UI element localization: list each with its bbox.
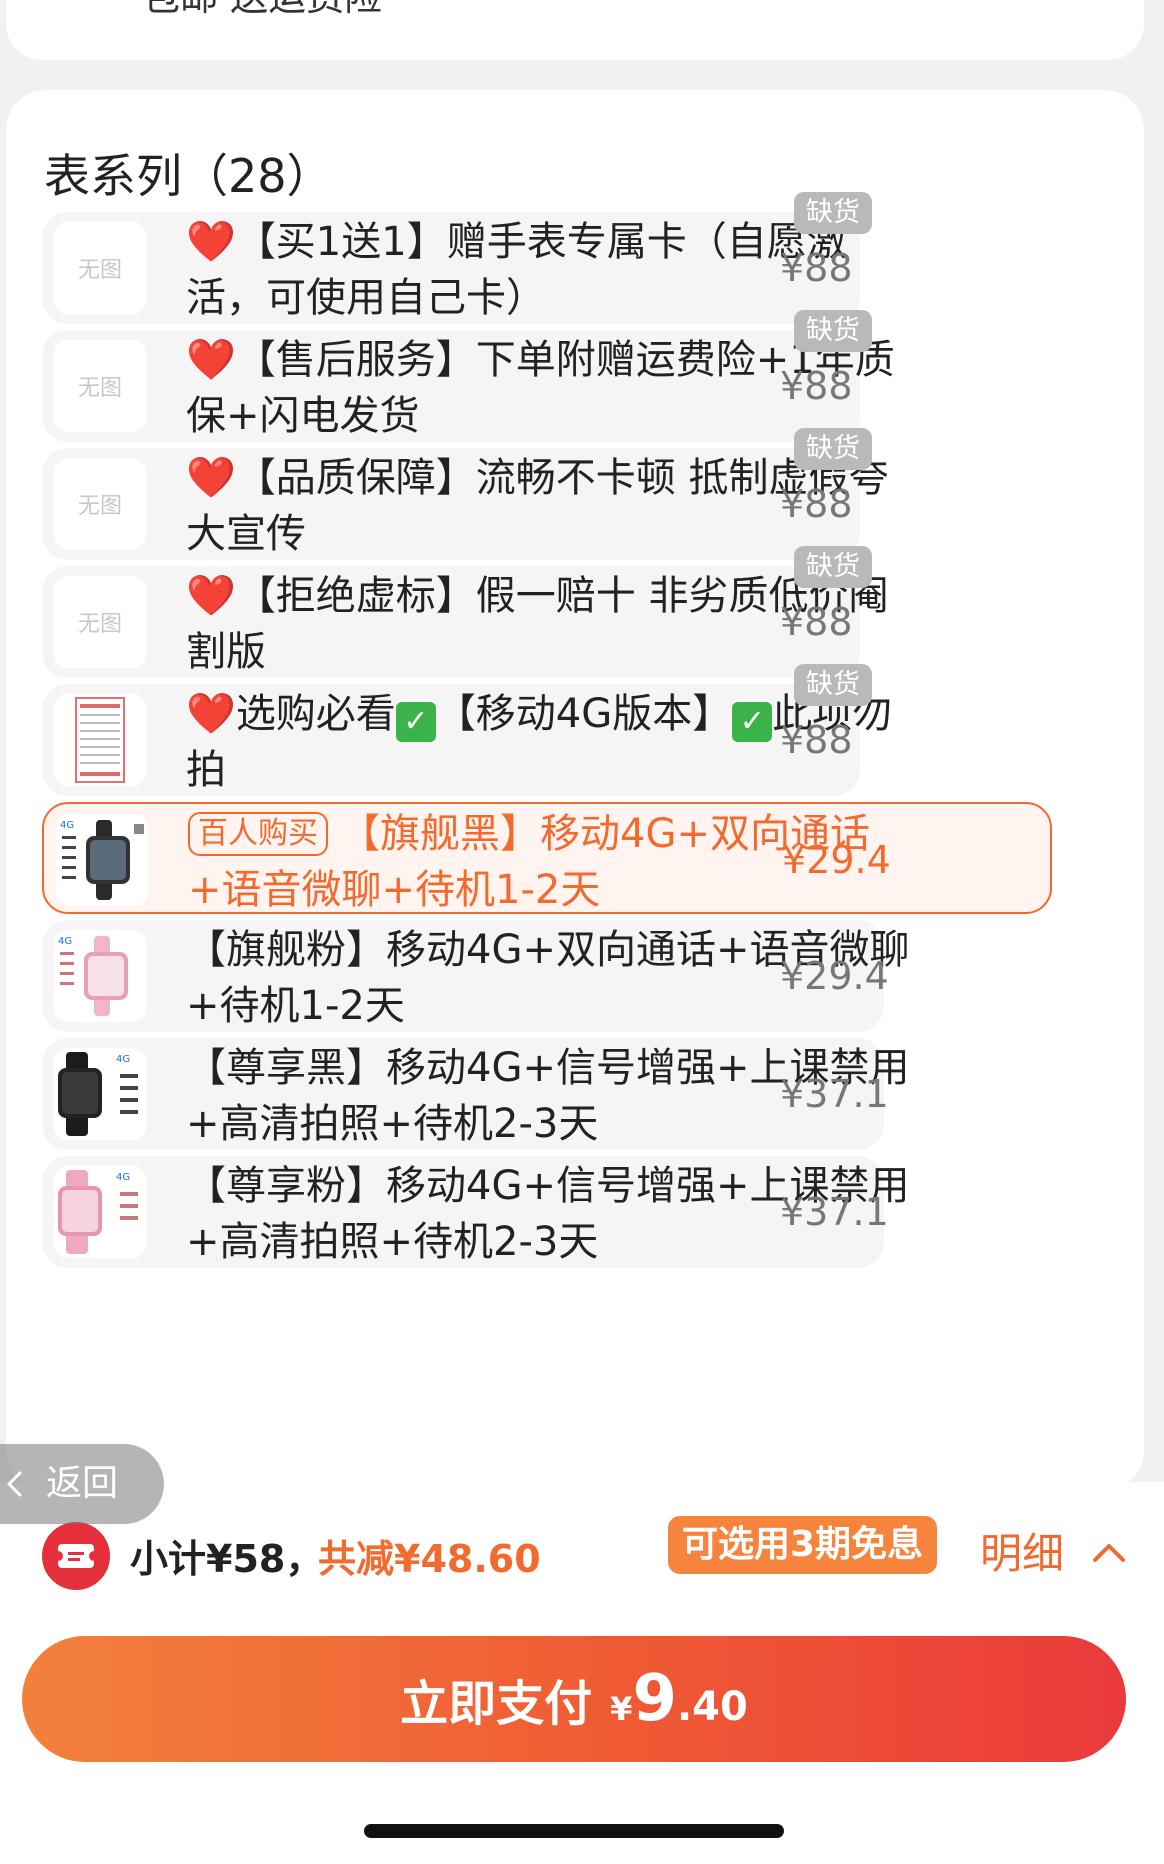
pay-currency: ¥ <box>610 1690 633 1728</box>
pay-label: 立即支付 <box>400 1676 593 1732</box>
heart-icon: ❤️ <box>186 455 236 501</box>
detail-label: 明细 <box>980 1529 1065 1578</box>
watch-pink-image: 4G <box>54 1166 146 1258</box>
spec-sheet-image <box>75 697 125 783</box>
variant-option[interactable]: ❤️选购必看 ✓ 【移动4G版本】 ✓ 此项勿拍 ¥88 缺货 <box>42 664 892 796</box>
installment-badge[interactable]: 可选用3期免息 <box>668 1516 938 1574</box>
out-of-stock-badge: 缺货 <box>794 428 872 470</box>
back-label: 返回 <box>46 1463 119 1504</box>
order-page: 包邮 送运费险 表系列（28） 无图 ❤️【买1送1】赠手表专属卡（自愿激活，可… <box>0 0 1164 1864</box>
watch-black-image: 4G <box>56 814 148 906</box>
detail-toggle[interactable]: 明细 <box>980 1520 1129 1581</box>
no-image-thumbnail: 无图 <box>54 340 146 432</box>
heart-icon: ❤️ <box>186 337 236 383</box>
out-of-stock-badge: 缺货 <box>794 664 872 706</box>
heart-icon: ❤️ <box>186 691 236 737</box>
no-image-thumbnail: 无图 <box>54 458 146 550</box>
variant-option[interactable]: 无图 ❤️【售后服务】下单附赠运费险+1年质保+闪电发货 ¥88 缺货 <box>42 310 895 442</box>
heart-icon: ❤️ <box>186 573 236 619</box>
variant-option[interactable]: 无图 ❤️【品质保障】流畅不卡顿 抵制虚假夸大宣传 ¥88 缺货 <box>42 428 889 560</box>
pay-amount-integer: 9 <box>632 1662 677 1736</box>
coupon-icon[interactable] <box>42 1522 110 1590</box>
ticket-icon <box>53 1544 99 1568</box>
chevron-up-icon <box>1093 1544 1126 1562</box>
variant-price: ¥29.4 <box>780 954 889 998</box>
no-image-thumbnail: 无图 <box>54 222 146 314</box>
variant-name-part-a: 选购必看 <box>235 691 396 737</box>
variant-option[interactable]: 4G 【旗舰粉】移动4G+双向通话+语音微聊+待机1-2天 ¥29.4 <box>42 920 909 1032</box>
shipping-text: 包邮 送运费险 <box>142 0 382 21</box>
variant-price: ¥37.1 <box>780 1072 889 1116</box>
variant-price: ¥37.1 <box>780 1190 889 1234</box>
variant-name-part-b: 【移动4G版本】 <box>435 691 733 737</box>
no-image-thumbnail: 无图 <box>54 576 146 668</box>
watch-black-thumbnail: 4G <box>56 814 148 906</box>
watch-pink-image: 4G <box>54 930 146 1022</box>
pay-amount-decimal: .40 <box>676 1684 748 1730</box>
variant-option[interactable]: 4G 【尊享黑】移动4G+信号增强+上课禁用+高清拍照+待机2-3天 ¥37.1 <box>42 1038 909 1150</box>
watch-pink-thumbnail: 4G <box>54 930 146 1022</box>
variants-panel: 表系列（28） 无图 ❤️【买1送1】赠手表专属卡（自愿激活，可使用自己卡） ¥… <box>6 90 1144 1490</box>
watch-black-image: 4G <box>54 1048 146 1140</box>
svg-text:4G: 4G <box>116 1172 130 1183</box>
out-of-stock-badge: 缺货 <box>794 310 872 352</box>
pay-amount: ¥9.40 <box>610 1662 748 1736</box>
checkout-bar: 小计¥58， 共减¥48.60 可选用3期免息 明细 立即支付 ¥9.40 <box>0 1482 1164 1864</box>
shipping-card: 包邮 送运费险 <box>6 0 1144 60</box>
variant-option[interactable]: 无图 ❤️【拒绝虚标】假一赔十 非劣质低价阉割版 ¥88 缺货 <box>42 546 889 678</box>
heart-icon: ❤️ <box>186 219 236 265</box>
check-icon: ✓ <box>395 702 436 742</box>
pay-now-button[interactable]: 立即支付 ¥9.40 <box>22 1636 1126 1762</box>
spec-sheet-thumbnail <box>54 694 146 786</box>
check-icon: ✓ <box>732 702 773 742</box>
watch-black-thumbnail: 4G <box>54 1048 146 1140</box>
out-of-stock-badge: 缺货 <box>794 192 872 234</box>
svg-text:4G: 4G <box>60 820 74 831</box>
variant-option[interactable]: 4G 【尊享粉】移动4G+信号增强+上课禁用+高清拍照+待机2-3天 ¥37.1 <box>42 1156 909 1268</box>
subtotal-text: 小计¥58， <box>130 1537 324 1581</box>
variant-option[interactable]: 无图 ❤️【买1送1】赠手表专属卡（自愿激活，可使用自己卡） ¥88 缺货 <box>42 192 872 324</box>
section-title: 表系列（28） <box>44 149 333 203</box>
watch-pink-thumbnail: 4G <box>54 1166 146 1258</box>
variant-name-text: 【买1送1】赠手表专属卡（自愿激活，可使用自己卡） <box>186 219 847 321</box>
variant-option-selected[interactable]: 4G 百人购买 【旗舰黑】移动4G+双向通话+语音微聊+待机1-2天 ¥29.4 <box>42 802 1052 914</box>
chevron-left-icon <box>7 1471 22 1497</box>
out-of-stock-badge: 缺货 <box>794 546 872 588</box>
discount-text: 共减¥48.60 <box>318 1537 541 1581</box>
home-indicator <box>364 1824 784 1838</box>
variant-price: ¥29.4 <box>782 838 891 882</box>
popular-tag: 百人购买 <box>188 812 328 856</box>
svg-text:4G: 4G <box>58 936 72 947</box>
svg-text:4G: 4G <box>116 1054 130 1065</box>
back-button[interactable]: 返回 <box>0 1444 164 1524</box>
